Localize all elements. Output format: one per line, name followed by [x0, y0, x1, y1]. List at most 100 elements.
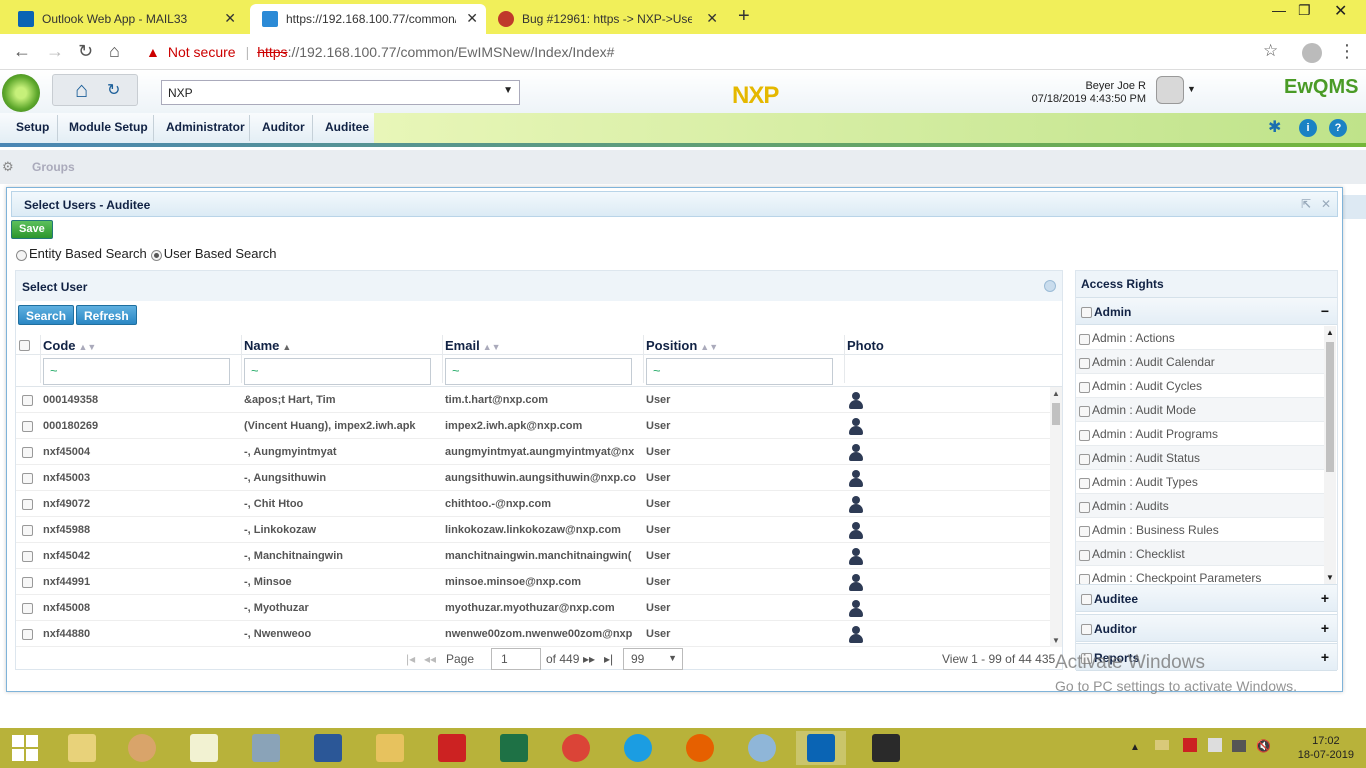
- calculator-icon[interactable]: [241, 731, 291, 765]
- volume-icon[interactable]: 🔇: [1256, 739, 1271, 753]
- grid-scrollbar[interactable]: ▲ ▼: [1050, 387, 1062, 647]
- refresh-icon[interactable]: ↻: [107, 80, 120, 100]
- back-icon[interactable]: ←: [13, 41, 31, 62]
- flag-tray-icon[interactable]: [1183, 738, 1197, 752]
- close-icon[interactable]: ✕: [224, 10, 236, 27]
- menu-auditee[interactable]: Auditee: [325, 120, 369, 134]
- next-page-icon[interactable]: ▸▸: [583, 652, 595, 666]
- list-item[interactable]: Admin : Checkpoint Parameters: [1076, 566, 1324, 584]
- info-icon[interactable]: i: [1299, 119, 1317, 137]
- outlook-icon[interactable]: [796, 731, 846, 765]
- help-icon[interactable]: ?: [1329, 119, 1347, 137]
- chevron-down-icon[interactable]: ▼: [1187, 84, 1196, 94]
- menu-setup[interactable]: Setup: [16, 120, 49, 134]
- list-item[interactable]: Admin : Audit Mode: [1076, 398, 1324, 422]
- refresh-button[interactable]: Refresh: [76, 305, 137, 325]
- right-checkbox[interactable]: [1079, 550, 1090, 561]
- minimize-icon[interactable]: —: [1272, 2, 1286, 18]
- organization-select[interactable]: NXP ▼: [161, 80, 520, 105]
- table-row[interactable]: 000149358 &apos;t Hart, Tim tim.t.hart@nxp…: [16, 387, 1050, 413]
- right-checkbox[interactable]: [1079, 382, 1090, 393]
- expand-icon[interactable]: +: [1321, 649, 1329, 665]
- list-item[interactable]: Admin : Business Rules: [1076, 518, 1324, 542]
- home-icon[interactable]: ⌂: [109, 41, 120, 62]
- reload-icon[interactable]: ↻: [78, 41, 93, 62]
- scroll-up-icon[interactable]: ▲: [1052, 389, 1060, 398]
- section-auditee[interactable]: Auditee +: [1076, 584, 1337, 612]
- right-checkbox[interactable]: [1079, 502, 1090, 513]
- firefox-icon[interactable]: [675, 731, 725, 765]
- select-all-checkbox[interactable]: [19, 340, 30, 351]
- row-checkbox[interactable]: [22, 551, 33, 562]
- right-checkbox[interactable]: [1079, 430, 1090, 441]
- user-avatar[interactable]: [1156, 76, 1184, 104]
- list-item[interactable]: Admin : Audit Types: [1076, 470, 1324, 494]
- table-row[interactable]: nxf45003 -, Aungsithuwin aungsithuwin.aung…: [16, 465, 1050, 491]
- row-checkbox[interactable]: [22, 525, 33, 536]
- page-number-input[interactable]: 1: [491, 648, 541, 670]
- file-explorer-icon[interactable]: [57, 731, 107, 765]
- section-admin[interactable]: Admin −: [1076, 297, 1337, 325]
- code-filter-input[interactable]: ~: [43, 358, 230, 385]
- table-row[interactable]: nxf45042 -, Manchitnaingwin manchitnaingwi…: [16, 543, 1050, 569]
- forward-icon[interactable]: →: [46, 41, 64, 62]
- list-item[interactable]: Admin : Audit Calendar: [1076, 350, 1324, 374]
- table-row[interactable]: nxf44880 -, Nwenweoo nwenwe00zom.nwenwe00z…: [16, 621, 1050, 647]
- internet-explorer-icon[interactable]: [613, 731, 663, 765]
- profile-icon[interactable]: [1302, 43, 1322, 63]
- right-checkbox[interactable]: [1079, 454, 1090, 465]
- section-auditor[interactable]: Auditor +: [1076, 614, 1337, 642]
- tab-ewims[interactable]: https://192.168.100.77/common/ ✕: [250, 4, 486, 34]
- column-email[interactable]: Email ▲▼: [445, 338, 501, 353]
- table-row[interactable]: nxf49072 -, Chit Htoo chithtoo.-@nxp.com Us…: [16, 491, 1050, 517]
- scroll-thumb[interactable]: [1326, 342, 1334, 472]
- entity-search-radio[interactable]: [16, 250, 27, 261]
- table-row[interactable]: nxf44991 -, Minsoe minsoe.minsoe@nxp.com Us…: [16, 569, 1050, 595]
- row-checkbox[interactable]: [22, 447, 33, 458]
- row-checkbox[interactable]: [22, 473, 33, 484]
- tab-outlook[interactable]: Outlook Web App - MAIL33 ✕: [6, 4, 244, 34]
- safari-icon[interactable]: [737, 731, 787, 765]
- row-checkbox[interactable]: [22, 577, 33, 588]
- name-filter-input[interactable]: ~: [244, 358, 431, 385]
- more-menu-icon[interactable]: ⋮: [1338, 41, 1356, 62]
- window-close-icon[interactable]: ✕: [1334, 1, 1347, 21]
- list-item[interactable]: Admin : Actions: [1076, 326, 1324, 350]
- right-checkbox[interactable]: [1079, 358, 1090, 369]
- row-checkbox[interactable]: [22, 629, 33, 640]
- collapse-icon[interactable]: −: [1321, 303, 1329, 319]
- excel-icon[interactable]: [489, 731, 539, 765]
- menu-auditor[interactable]: Auditor: [262, 120, 305, 134]
- close-icon[interactable]: ✕: [466, 10, 478, 27]
- save-button[interactable]: Save: [11, 220, 53, 239]
- clock[interactable]: 17:02 18-07-2019: [1298, 734, 1354, 762]
- right-checkbox[interactable]: [1079, 574, 1090, 584]
- right-checkbox[interactable]: [1079, 526, 1090, 537]
- security-tray-icon[interactable]: [1208, 738, 1222, 752]
- table-row[interactable]: nxf45004 -, Aungmyintmyat aungmyintmyat.au…: [16, 439, 1050, 465]
- column-name[interactable]: Name ▲: [244, 338, 291, 353]
- network-tray-icon[interactable]: [1232, 740, 1246, 752]
- auditee-checkbox[interactable]: [1081, 594, 1092, 605]
- table-row[interactable]: nxf45988 -, Linkokozaw linkokozaw.linkokoz…: [16, 517, 1050, 543]
- user-search-radio[interactable]: [150, 250, 162, 261]
- new-tab-icon[interactable]: +: [738, 5, 750, 28]
- collapse-icon[interactable]: [1044, 280, 1056, 292]
- restore-icon[interactable]: ❐: [1298, 2, 1311, 19]
- home-icon[interactable]: ⌂: [75, 77, 88, 103]
- menu-administrator[interactable]: Administrator: [166, 120, 245, 134]
- prev-page-icon[interactable]: ◂◂: [424, 652, 436, 666]
- scroll-up-icon[interactable]: ▲: [1326, 328, 1334, 337]
- folder-icon[interactable]: [365, 731, 415, 765]
- mail-tray-icon[interactable]: [1155, 740, 1169, 750]
- right-checkbox[interactable]: [1079, 406, 1090, 417]
- word-icon[interactable]: [303, 731, 353, 765]
- paint-icon[interactable]: [117, 731, 167, 765]
- row-checkbox[interactable]: [22, 395, 33, 406]
- table-row[interactable]: 000180269 (Vincent Huang), impex2.iwh.apk…: [16, 413, 1050, 439]
- list-item[interactable]: Admin : Audits: [1076, 494, 1324, 518]
- rights-scrollbar[interactable]: ▲ ▼: [1324, 326, 1336, 584]
- right-checkbox[interactable]: [1079, 334, 1090, 345]
- row-checkbox[interactable]: [22, 499, 33, 510]
- scroll-down-icon[interactable]: ▼: [1326, 573, 1334, 582]
